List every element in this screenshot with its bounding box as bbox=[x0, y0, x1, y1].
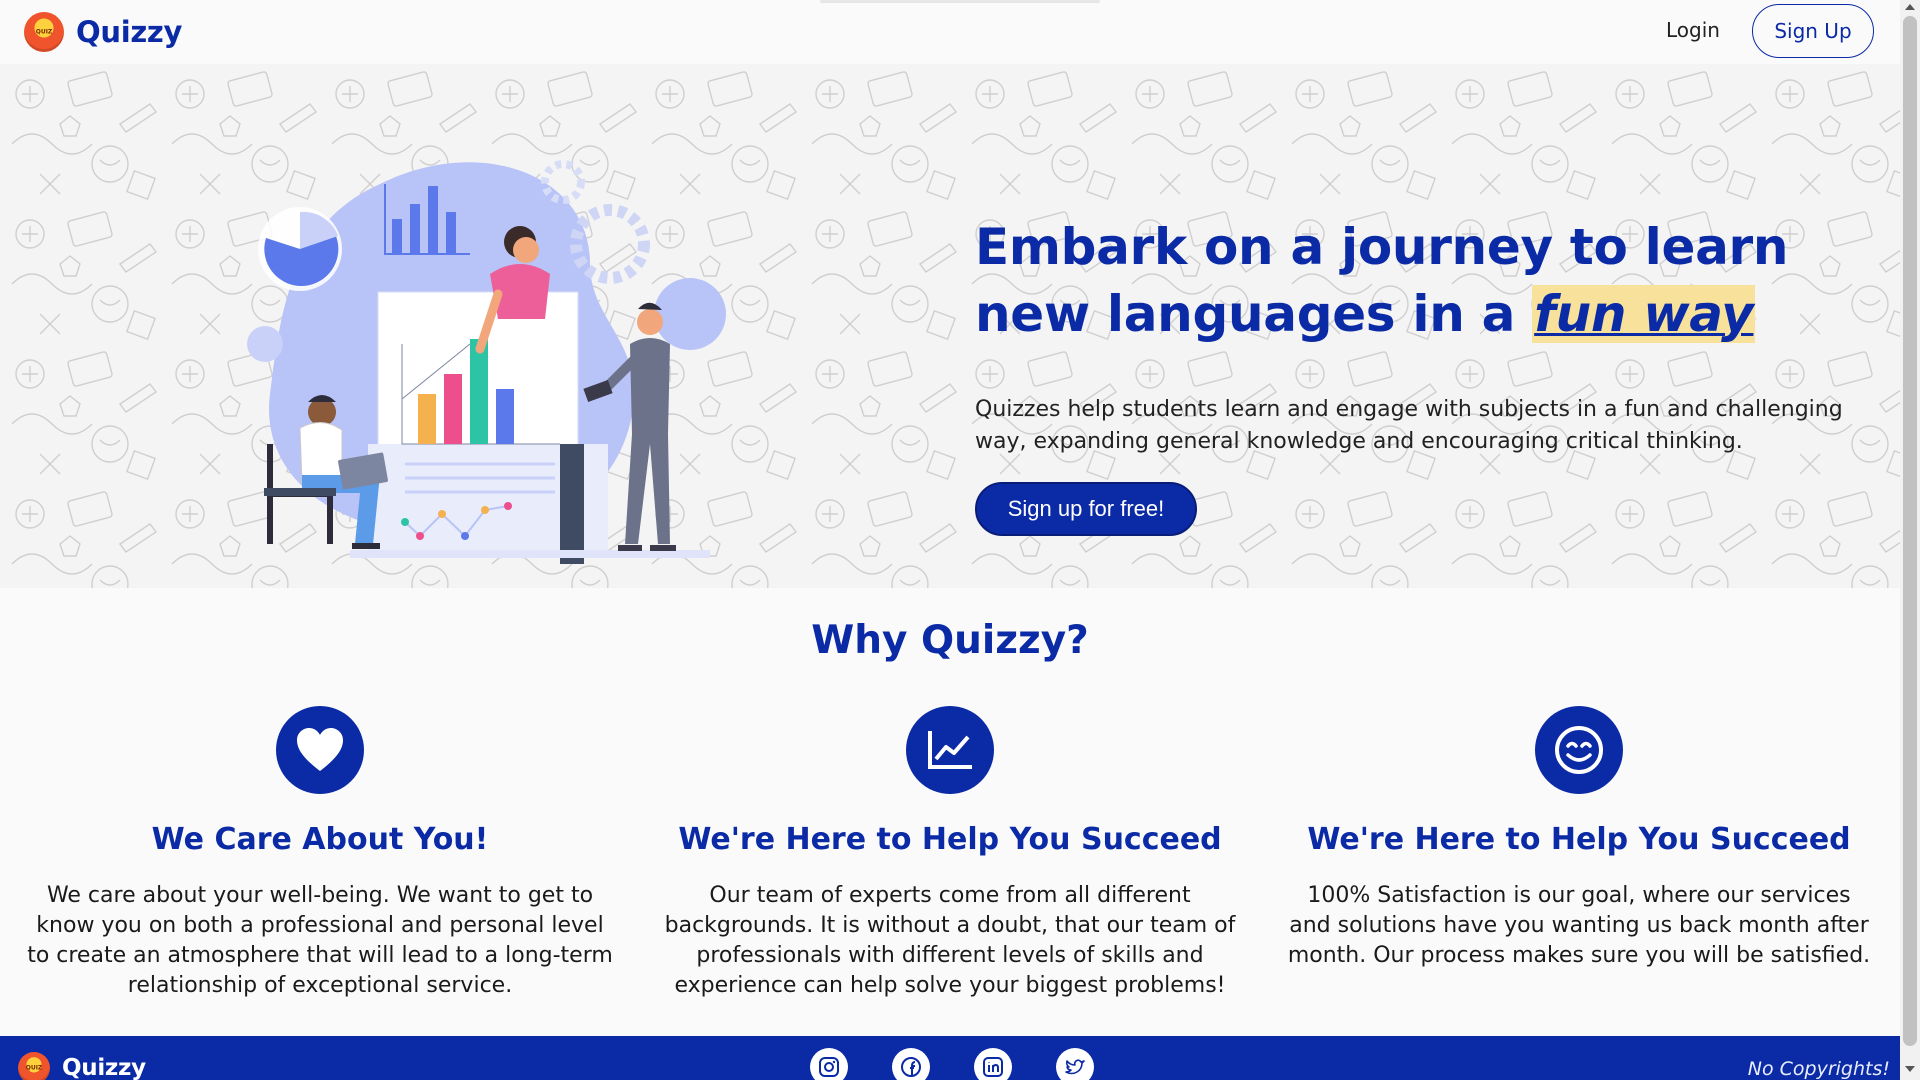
sign-up-button[interactable]: Sign Up bbox=[1752, 4, 1874, 58]
quiz-logo-icon bbox=[24, 12, 64, 52]
linkedin-icon[interactable] bbox=[974, 1048, 1012, 1080]
feature-title: We're Here to Help You Succeed bbox=[1307, 822, 1851, 857]
hero-illustration bbox=[247, 160, 726, 564]
copyright-text: No Copyrights! bbox=[1747, 1058, 1890, 1080]
facebook-icon[interactable] bbox=[892, 1048, 930, 1080]
feature-card-succeed: We're Here to Help You Succeed Our team … bbox=[655, 706, 1245, 1001]
feature-title: We Care About You! bbox=[151, 822, 489, 857]
feature-card-care: We Care About You! We care about your we… bbox=[25, 706, 615, 1001]
why-title: Why Quizzy? bbox=[811, 618, 1089, 663]
hero-description: Quizzes help students learn and engage w… bbox=[975, 397, 1843, 454]
hero-title-highlight: fun way bbox=[1532, 285, 1756, 343]
smile-icon bbox=[1535, 706, 1623, 794]
quiz-logo-icon bbox=[18, 1052, 50, 1080]
social-links bbox=[810, 1048, 1094, 1080]
brand[interactable]: Quizzy bbox=[24, 12, 182, 52]
feature-text: 100% Satisfaction is our goal, where our… bbox=[1287, 883, 1871, 968]
twitter-icon[interactable] bbox=[1056, 1048, 1094, 1080]
top-navbar: Quizzy Login Sign Up bbox=[0, 0, 1900, 64]
login-link[interactable]: Login bbox=[1666, 18, 1720, 42]
feature-text: We care about your well-being. We want t… bbox=[27, 883, 613, 998]
why-section: Why Quizzy? We Care About You! We care a… bbox=[0, 588, 1900, 1036]
vertical-scrollbar[interactable] bbox=[1900, 0, 1920, 1080]
page: Quizzy Login Sign Up bbox=[0, 0, 1900, 1080]
brand-name: Quizzy bbox=[76, 15, 183, 49]
footer-brand-name: Quizzy bbox=[62, 1055, 146, 1080]
feature-text: Our team of experts come from all differ… bbox=[664, 883, 1236, 998]
window-drag-handle bbox=[820, 0, 1100, 3]
scrollbar-thumb[interactable] bbox=[1903, 16, 1917, 1046]
hero-title: Embark on a journey to learn new languag… bbox=[975, 214, 1855, 348]
footer: Quizzy No Copyrights! bbox=[0, 1036, 1900, 1080]
scroll-up-arrow-icon[interactable] bbox=[1905, 4, 1915, 10]
heart-icon bbox=[276, 706, 364, 794]
sign-up-free-button[interactable]: Sign up for free! bbox=[975, 482, 1197, 536]
feature-card-satisfaction: We're Here to Help You Succeed 100% Sati… bbox=[1284, 706, 1874, 971]
instagram-icon[interactable] bbox=[810, 1048, 848, 1080]
hero-section: Embark on a journey to learn new languag… bbox=[0, 64, 1900, 588]
feature-title: We're Here to Help You Succeed bbox=[678, 822, 1222, 857]
chart-line-icon bbox=[906, 706, 994, 794]
footer-brand[interactable]: Quizzy bbox=[18, 1052, 146, 1080]
scroll-down-arrow-icon[interactable] bbox=[1905, 1066, 1915, 1072]
